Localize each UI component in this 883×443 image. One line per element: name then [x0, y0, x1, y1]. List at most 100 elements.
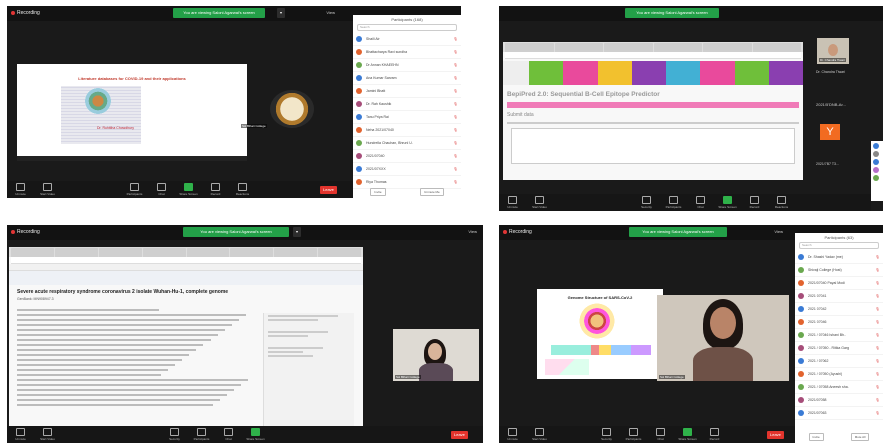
avatar: [798, 293, 804, 299]
browser-tabs: [9, 247, 363, 257]
share-screen-button[interactable]: Share Screen: [674, 428, 701, 441]
participant-row[interactable]: 2021 / 07050 (Ayushi) 🎙︎: [795, 368, 883, 381]
record-icon: [750, 196, 759, 204]
view-options-button[interactable]: ▾: [277, 8, 286, 18]
participant-name: 2021/07XXX: [366, 167, 386, 171]
muted-mic-icon: 🎙︎: [453, 128, 458, 132]
participant-row[interactable]: 2021/07058 🎙︎: [795, 394, 883, 407]
avatar: [798, 397, 804, 403]
start-video-button[interactable]: Start Video: [34, 183, 61, 196]
participant-row[interactable]: Bhattacharya Ravi sundha 🎙︎: [353, 46, 461, 59]
share-screen-button[interactable]: Share Screen: [714, 196, 741, 209]
record-button[interactable]: Record: [741, 196, 768, 209]
participant-row[interactable]: Shaili Air 🎙︎: [353, 33, 461, 46]
participants-panel: Participants (168) Search Shaili Air 🎙︎ Bh…: [353, 15, 461, 198]
shield-icon: [170, 428, 179, 436]
participant-name: 2021/07040: [366, 154, 385, 158]
participant-row[interactable]: 2021/07XXX 🎙︎: [353, 163, 461, 176]
participant-row[interactable]: 2021/07063 🎙︎: [795, 407, 883, 420]
participant-row[interactable]: 2021 / 07062 🎙︎: [795, 355, 883, 368]
chat-button[interactable]: Chat: [687, 196, 714, 209]
participant-row[interactable]: 2021 07042 🎙︎: [795, 303, 883, 316]
start-video-button[interactable]: Start Video: [526, 196, 553, 209]
record-title: Severe acute respiratory syndrome corona…: [17, 289, 229, 295]
chat-button[interactable]: Chat: [647, 428, 674, 441]
browser-tabs: [503, 42, 803, 52]
share-screen-button[interactable]: Share Screen: [175, 183, 202, 196]
participant-row[interactable]: 2021 07046 🎙︎: [795, 316, 883, 329]
participant-row[interactable]: Dr. Rah Kaushik 🎙︎: [353, 98, 461, 111]
unmute-me-button[interactable]: Unmute Me: [420, 188, 444, 196]
participant-row[interactable]: 2021 / 07046 Ishani Bh.. 🎙︎: [795, 329, 883, 342]
participants-button[interactable]: Participants: [620, 428, 647, 441]
avatar: [356, 49, 362, 55]
record-button[interactable]: Record: [202, 183, 229, 196]
unmute-button[interactable]: Unmute: [499, 428, 526, 441]
participant-row[interactable]: 2021 / 07050 - Ritika Garg 🎙︎: [795, 342, 883, 355]
record-button[interactable]: Record: [701, 428, 728, 441]
reactions-button[interactable]: Reactions: [229, 183, 256, 196]
security-button[interactable]: Security: [593, 428, 620, 441]
muted-mic-icon: 🎙︎: [875, 307, 880, 311]
invite-button[interactable]: Invite: [808, 433, 824, 441]
avatar: [356, 101, 362, 107]
avatar: [873, 151, 879, 157]
share-screen-button[interactable]: Share Screen: [242, 428, 269, 441]
address-bar[interactable]: [505, 52, 801, 59]
leave-button[interactable]: Leave: [320, 186, 337, 194]
leave-button[interactable]: Leave: [451, 431, 468, 439]
muted-mic-icon: 🎙︎: [875, 268, 880, 272]
shield-icon: [602, 428, 611, 436]
participants-button[interactable]: Participants: [660, 196, 687, 209]
unmute-button[interactable]: Unmute: [7, 428, 34, 441]
participants-title: Participants (168): [391, 17, 423, 22]
participants-button[interactable]: Participants: [188, 428, 215, 441]
leave-button[interactable]: Leave: [767, 431, 784, 439]
participant-search-input[interactable]: Search: [799, 242, 879, 249]
participant-row[interactable]: 2021/07040 🎙︎: [353, 150, 461, 163]
participant-row[interactable]: Dr Annan KHAEEHN 🎙︎: [353, 59, 461, 72]
participant-row[interactable]: 2021/07040 Payal Modi 🎙︎: [795, 277, 883, 290]
text-line: [17, 399, 220, 401]
participant-list: Shaili Air 🎙︎ Bhattacharya Ravi sundha 🎙︎ Dr…: [353, 33, 461, 189]
submit-heading: Submit data: [507, 112, 534, 118]
participant-row[interactable]: Hundrella Chauhan, Bhrunl U. 🎙︎: [353, 137, 461, 150]
muted-mic-icon: 🎙︎: [875, 385, 880, 389]
reactions-button[interactable]: Reactions: [768, 196, 795, 209]
unmute-button[interactable]: Unmute: [7, 183, 34, 196]
start-video-button[interactable]: Start Video: [526, 428, 553, 441]
view-button[interactable]: View: [326, 10, 335, 15]
muted-mic-icon: 🎙︎: [453, 76, 458, 80]
mute-all-button[interactable]: Mute All: [850, 433, 870, 441]
avatar: [798, 358, 804, 364]
security-button[interactable]: Security: [633, 196, 660, 209]
view-options-button[interactable]: ▾: [293, 227, 302, 237]
text-line: [17, 344, 204, 346]
address-bar[interactable]: [11, 257, 361, 264]
participant-row[interactable]: Jamini Bhatt 🎙︎: [353, 85, 461, 98]
chat-button[interactable]: Chat: [148, 183, 175, 196]
sequence-input[interactable]: [511, 128, 795, 164]
participant-name: Bhattacharya Ravi sundha: [366, 50, 408, 54]
participants-button[interactable]: Participants: [121, 183, 148, 196]
avatar: [356, 153, 362, 159]
participant-row[interactable]: Tanu Priya Rai 🎙︎: [353, 111, 461, 124]
participant-search-input[interactable]: Search: [357, 24, 457, 31]
participants-footer: Invite Mute All: [795, 433, 883, 441]
participant-row[interactable]: Neha 2021/07040 🎙︎: [353, 124, 461, 137]
text-line: [17, 364, 176, 366]
view-button[interactable]: View: [468, 229, 477, 234]
view-button[interactable]: View: [774, 229, 783, 234]
start-video-button[interactable]: Start Video: [34, 428, 61, 441]
participant-row[interactable]: 2021 07041 🎙︎: [795, 290, 883, 303]
right-sidebar: [263, 313, 354, 433]
participant-row[interactable]: Ana Kumar Sarvam 🎙︎: [353, 72, 461, 85]
chat-button[interactable]: Chat: [215, 428, 242, 441]
unmute-button[interactable]: Unmute: [499, 196, 526, 209]
chat-icon: [696, 196, 705, 204]
invite-button[interactable]: Invite: [370, 188, 386, 196]
participant-row[interactable]: Shivaji College (Host) 🎙︎: [795, 264, 883, 277]
security-button[interactable]: Security: [161, 428, 188, 441]
participant-row[interactable]: 2021 / 07058 Aneesh sha. 🎙︎: [795, 381, 883, 394]
participant-row[interactable]: Dr. Shashi Yadav (me) 🎙︎: [795, 251, 883, 264]
